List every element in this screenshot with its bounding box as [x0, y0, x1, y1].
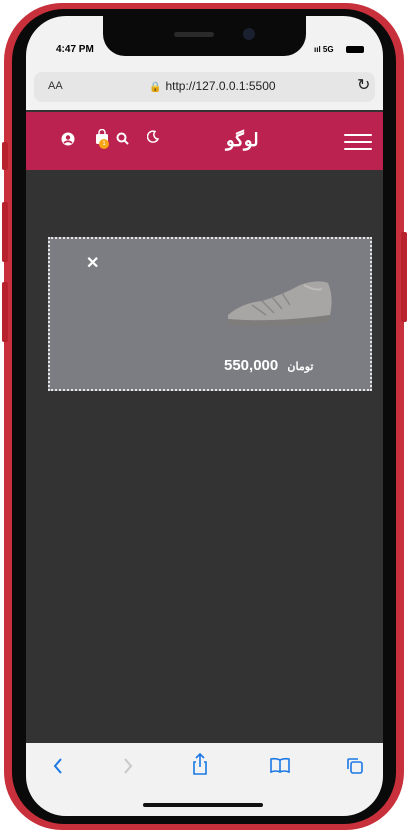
forward-icon[interactable]	[122, 757, 134, 780]
menu-line	[344, 148, 372, 150]
address-bar: AA 🔒 http://127.0.0.1:5500 ↻	[26, 66, 383, 110]
url-display[interactable]: 🔒 http://127.0.0.1:5500	[149, 79, 276, 93]
url-text: http://127.0.0.1:5500	[165, 79, 276, 93]
home-indicator[interactable]	[143, 803, 263, 807]
shoe-image	[228, 281, 332, 327]
price-value: 550,000	[224, 357, 279, 374]
price-label: 550,000 تومان	[224, 357, 313, 374]
battery-icon	[346, 46, 364, 53]
menu-icon[interactable]	[344, 134, 372, 152]
user-icon[interactable]	[61, 132, 75, 149]
share-icon[interactable]	[192, 752, 208, 780]
side-button	[2, 202, 8, 262]
side-button	[2, 142, 8, 170]
network-label: 5G	[322, 45, 334, 54]
reload-icon[interactable]: ↻	[357, 75, 370, 95]
camera	[243, 28, 255, 40]
address-field[interactable]: AA 🔒 http://127.0.0.1:5500 ↻	[34, 72, 375, 102]
navbar: 1 لوگو	[26, 112, 383, 170]
signal-icon: ııl	[314, 45, 321, 54]
tabs-icon[interactable]	[346, 757, 364, 780]
cart-count-badge: 1	[99, 139, 109, 149]
close-icon[interactable]: ✕	[86, 253, 99, 273]
cart-item-card: ✕ 550,000 تومان	[48, 237, 372, 391]
menu-line	[344, 134, 372, 136]
side-button	[401, 232, 407, 322]
status-time: 4:47 PM	[56, 44, 94, 55]
side-button	[2, 282, 8, 342]
currency-label: تومان	[287, 361, 314, 373]
speaker	[174, 32, 214, 37]
screen: 4:47 PM ııl 5G AA 🔒 http://127.0.0.1:5500…	[26, 16, 383, 816]
back-icon[interactable]	[52, 757, 64, 780]
lock-icon: 🔒	[149, 82, 162, 93]
browser-toolbar	[26, 743, 383, 816]
signal-indicator: ııl 5G	[314, 45, 334, 54]
notch	[103, 16, 306, 56]
site-logo[interactable]: لوگو	[226, 130, 259, 151]
search-icon[interactable]	[116, 132, 129, 148]
moon-icon[interactable]	[146, 130, 160, 146]
text-size-button[interactable]: AA	[48, 80, 63, 92]
menu-line	[344, 141, 372, 143]
bookmarks-icon[interactable]	[270, 757, 290, 778]
